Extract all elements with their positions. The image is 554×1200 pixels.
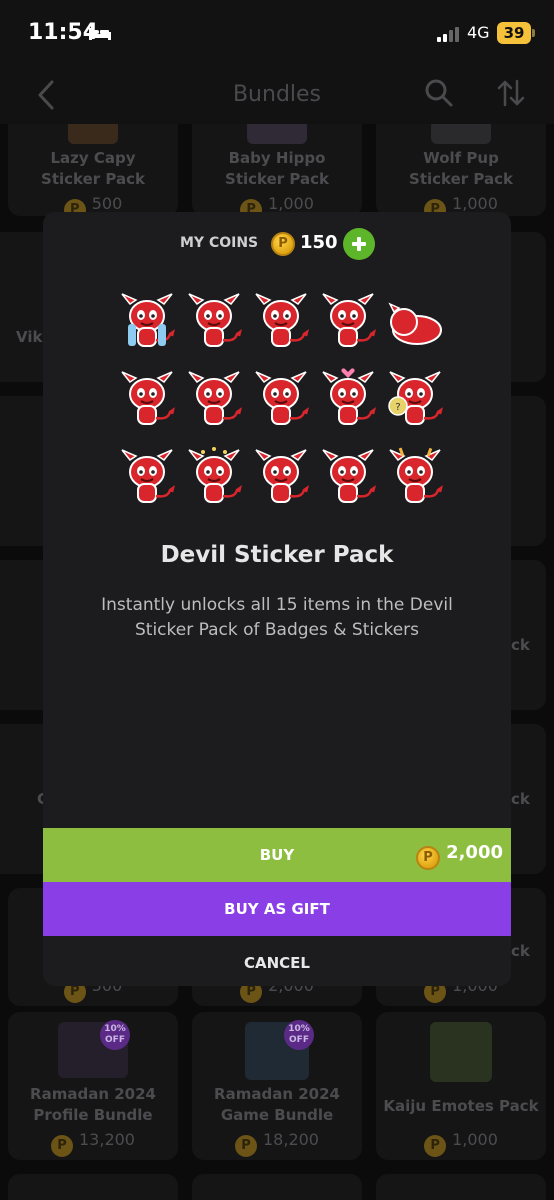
bundle-card[interactable]: 10% OFF Ramadan 2024 Profile Bundle P 13,2…: [8, 1012, 178, 1160]
signal-icon: [437, 26, 463, 42]
my-coins-row: MY COINS P 150: [43, 228, 511, 260]
add-coins-button[interactable]: [343, 228, 375, 260]
bundle-card[interactable]: Baby Hippo Sticker Pack P 1,000: [192, 124, 362, 221]
discount-badge: 10% OFF: [100, 1020, 130, 1050]
bundle-thumbnail: [247, 124, 307, 144]
top-bar: Bundles: [0, 66, 554, 124]
bundle-price: P1,000: [376, 1130, 546, 1157]
bundle-title: Ramadan 2024 Game Bundle: [214, 1085, 340, 1124]
battery-icon: 39: [497, 22, 531, 44]
bundle-card[interactable]: Wolf Pup Sticker Pack P 1,000: [376, 124, 546, 221]
coin-icon: P: [416, 846, 441, 870]
buy-as-gift-label: BUY AS GIFT: [224, 900, 330, 918]
devil-sticker-meh: [250, 290, 312, 352]
devil-sticker-love: [317, 368, 379, 430]
bundle-thumbnail: [431, 124, 491, 144]
devil-sticker-laugh: [317, 290, 379, 352]
devil-sticker-lying: [384, 290, 446, 352]
bundle-thumbnail: [68, 124, 118, 144]
bundle-title-partial: ck: [511, 790, 530, 808]
devil-sticker-think: [250, 368, 312, 430]
bundle-card[interactable]: Kaiju Emotes Pack P 1,000: [376, 1012, 546, 1160]
devil-sticker-worried: [183, 290, 245, 352]
status-bar: 11:54 4G 39: [0, 0, 554, 66]
coin-icon: P: [271, 232, 295, 256]
search-icon[interactable]: [424, 78, 454, 108]
devil-sticker-question: ?: [384, 368, 446, 430]
bundle-title-partial: ck: [511, 942, 530, 960]
devil-sticker-stars: [183, 446, 245, 508]
devil-sticker-sign: [183, 368, 245, 430]
bundle-card[interactable]: 10% OFF Ramadan 2024 Game Bundle P 18,200: [192, 1012, 362, 1160]
battery-tip: [532, 29, 535, 37]
pack-description: Instantly unlocks all 15 items in the De…: [101, 595, 453, 640]
network-label: 4G: [467, 23, 490, 42]
bundle-price: P 13,200: [8, 1130, 178, 1157]
bed-icon: [89, 28, 111, 40]
bundle-title-partial: ck: [511, 636, 530, 654]
page-title: Bundles: [232, 82, 322, 107]
devil-sticker-sad: [317, 446, 379, 508]
bundle-thumbnail: [430, 1022, 492, 1082]
bundle-title: Kaiju Emotes Pack: [383, 1097, 539, 1115]
cancel-label: CANCEL: [244, 954, 310, 972]
purchase-dialog: MY COINS P 150 ? Devil Sticker Pack Inst…: [43, 212, 511, 986]
bundle-price: P 18,200: [192, 1130, 362, 1157]
pack-title: Devil Sticker Pack: [160, 542, 394, 568]
bundle-card[interactable]: [192, 1174, 362, 1200]
devil-sticker-grin: [116, 446, 178, 508]
bundle-title-partial: Vik: [16, 328, 43, 346]
svg-text:?: ?: [395, 402, 400, 413]
bundle-title: Ramadan 2024 Profile Bundle: [30, 1085, 156, 1124]
buy-price-value: 2,000: [446, 842, 503, 863]
devil-sticker-pray: [250, 446, 312, 508]
discount-badge: 10% OFF: [284, 1020, 314, 1050]
bundle-title: Wolf Pup Sticker Pack: [409, 149, 513, 188]
bundle-card[interactable]: Lazy Capy Sticker Pack P 500: [8, 124, 178, 221]
sort-icon[interactable]: [496, 78, 526, 108]
my-coins-label: MY COINS: [180, 235, 259, 251]
coins-balance: 150: [300, 232, 338, 253]
devil-sticker-angry: [384, 446, 446, 508]
bundle-title: Baby Hippo Sticker Pack: [225, 149, 329, 188]
cancel-button[interactable]: CANCEL: [43, 936, 511, 986]
buy-as-gift-button[interactable]: BUY AS GIFT: [43, 882, 511, 936]
devil-sticker-cry: [116, 290, 178, 352]
buy-price: P 2,000: [416, 842, 503, 870]
bundle-card[interactable]: [376, 1174, 546, 1200]
bundle-title: Lazy Capy Sticker Pack: [41, 149, 145, 188]
buy-button[interactable]: BUY P 2,000: [43, 828, 511, 882]
devil-sticker-point: [116, 368, 178, 430]
bundle-card[interactable]: [8, 1174, 178, 1200]
